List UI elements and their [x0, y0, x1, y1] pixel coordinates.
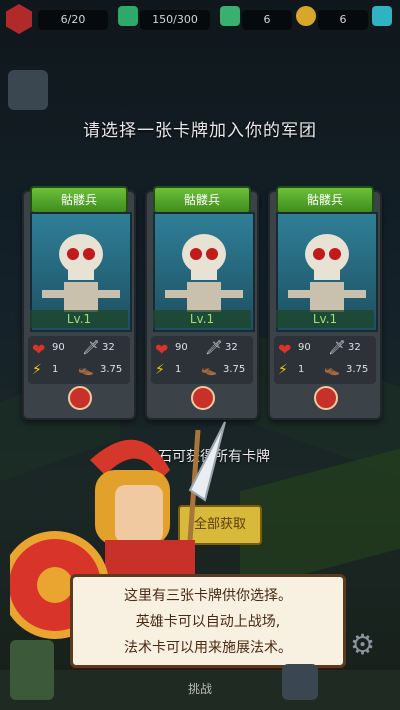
boot-icon: 👞 [78, 362, 95, 377]
cost-value: 1 [298, 364, 305, 375]
lightning-icon: ⚡ [155, 362, 165, 378]
card-stats: ❤ 90 🗡 32 ⚡ 1 👞 3.75 [151, 336, 253, 384]
heart-icon: ❤ [155, 340, 169, 359]
sword-icon: 🗡 [328, 340, 346, 356]
card-level: Lv.1 [153, 310, 251, 328]
lightning-icon: ⚡ [278, 362, 288, 378]
page-title: 请选择一张卡牌加入你的军团 [83, 121, 317, 141]
gem-icon [118, 6, 138, 26]
magnifier-icon[interactable] [68, 386, 92, 410]
heart-icon: ❤ [278, 340, 292, 359]
atk-value: 32 [102, 342, 115, 353]
dialog-line-1: 这里有三张卡牌供你选择。 [124, 588, 292, 604]
card-stats: ❤ 90 🗡 32 ⚡ 1 👞 3.75 [274, 336, 376, 384]
diamond-icon [372, 6, 392, 26]
gear-icon[interactable]: ⚙ [350, 628, 382, 661]
hud-counter-4: 6 [318, 10, 368, 30]
sword-icon: 🗡 [82, 340, 100, 356]
mail-icon[interactable] [8, 70, 48, 110]
lightning-icon: ⚡ [32, 362, 42, 378]
card-2[interactable]: 骷髅兵 Lv.1 ❤ 90 🗡 32 ⚡ 1 👞 3.75 [145, 186, 259, 420]
speed-value: 3.75 [100, 364, 123, 375]
nav-label[interactable]: 挑战 [170, 680, 230, 697]
hp-value: 90 [52, 342, 65, 353]
boot-icon: 👞 [201, 362, 218, 377]
card-level: Lv.1 [276, 310, 374, 328]
card-name: 骷髅兵 [153, 186, 251, 214]
tutorial-dialog[interactable]: 这里有三张卡牌供你选择。 英雄卡可以自动上战场, 法术卡可以用来施展法术。 [70, 574, 346, 668]
dialog-line-3: 法术卡可以用来施展法术。 [124, 640, 292, 656]
gem-icon [220, 6, 240, 26]
top-hud: 6/20 150/300 6 6 [0, 0, 400, 40]
rank-badge-icon[interactable] [6, 4, 32, 34]
cost-value: 1 [52, 364, 59, 375]
dialog-line-2: 英雄卡可以自动上战场, [135, 614, 281, 630]
bottom-nav: 挑战 ⚙ [0, 628, 400, 710]
atk-value: 32 [348, 342, 361, 353]
lock-icon[interactable] [282, 664, 318, 700]
hp-value: 90 [298, 342, 311, 353]
sword-icon: 🗡 [205, 340, 223, 356]
hud-counter-3: 6 [242, 10, 292, 30]
chest-icon[interactable] [10, 640, 54, 700]
card-1[interactable]: 骷髅兵 Lv.1 ❤ 90 🗡 32 ⚡ 1 👞 3.75 [22, 186, 136, 420]
hud-counter-1: 6/20 [38, 10, 108, 30]
hp-value: 90 [175, 342, 188, 353]
boot-icon: 👞 [324, 362, 341, 377]
coin-icon [296, 6, 316, 26]
heart-icon: ❤ [32, 340, 46, 359]
card-name: 骷髅兵 [276, 186, 374, 214]
speed-value: 3.75 [346, 364, 369, 375]
magnifier-icon[interactable] [191, 386, 215, 410]
hud-counter-2: 150/300 [140, 10, 210, 30]
atk-value: 32 [225, 342, 238, 353]
card-stats: ❤ 90 🗡 32 ⚡ 1 👞 3.75 [28, 336, 130, 384]
cost-value: 1 [175, 364, 182, 375]
speed-value: 3.75 [223, 364, 246, 375]
card-level: Lv.1 [30, 310, 128, 328]
magnifier-icon[interactable] [314, 386, 338, 410]
card-3[interactable]: 骷髅兵 Lv.1 ❤ 90 🗡 32 ⚡ 1 👞 3.75 [268, 186, 382, 420]
card-name: 骷髅兵 [30, 186, 128, 214]
